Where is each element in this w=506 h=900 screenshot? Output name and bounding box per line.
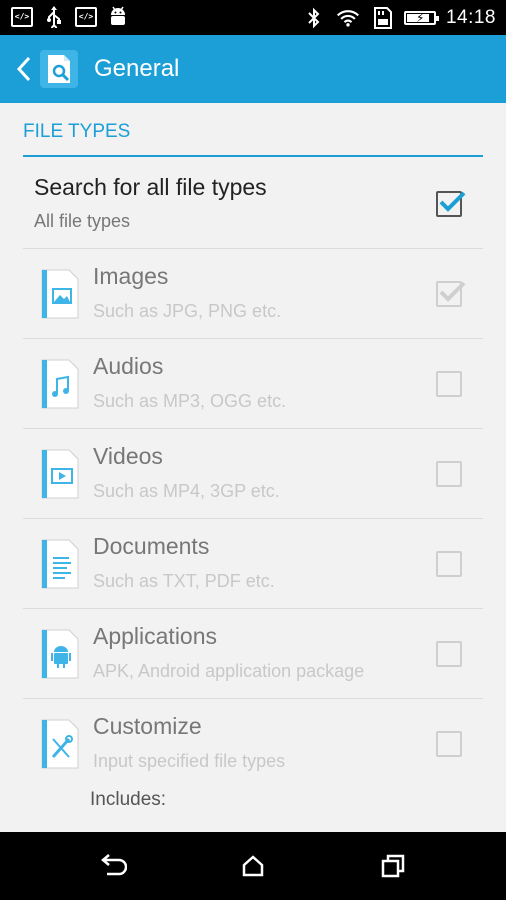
file-type-subtitle: Such as MP4, 3GP etc. xyxy=(93,481,280,501)
app-logo xyxy=(38,48,80,90)
page-title: General xyxy=(94,55,180,82)
navigation-bar xyxy=(0,832,506,900)
file-type-row-customize[interactable]: Customize Input specified file types xyxy=(23,699,483,789)
file-type-title: Videos xyxy=(93,443,163,469)
nav-home-button[interactable] xyxy=(233,850,273,882)
option-title: Search for all file types xyxy=(34,174,267,200)
customize-checkbox[interactable] xyxy=(436,731,462,757)
applications-checkbox[interactable] xyxy=(436,641,462,667)
usb-icon xyxy=(42,6,66,28)
app-bar: General xyxy=(0,35,506,103)
bluetooth-icon xyxy=(302,7,326,29)
video-file-icon xyxy=(41,449,79,499)
clock: 14:18 xyxy=(445,7,496,28)
file-type-title: Audios xyxy=(93,353,164,379)
file-type-title: Documents xyxy=(93,533,210,559)
nav-recents-button[interactable] xyxy=(373,850,413,882)
section-title: FILE TYPES xyxy=(23,121,131,142)
notification-icons: </> </> xyxy=(10,6,130,28)
audios-checkbox[interactable] xyxy=(436,371,462,397)
back-icon xyxy=(101,854,127,876)
back-button[interactable] xyxy=(10,49,38,89)
android-file-icon xyxy=(41,629,79,679)
file-type-subtitle: Such as TXT, PDF etc. xyxy=(93,571,275,591)
android-icon xyxy=(106,6,130,28)
checkmark-icon xyxy=(439,191,466,212)
file-type-row-documents[interactable]: Documents Such as TXT, PDF etc. xyxy=(23,519,483,609)
file-type-subtitle: Such as MP3, OGG etc. xyxy=(93,391,287,411)
file-type-title: Customize xyxy=(93,713,202,739)
file-type-subtitle: Input specified file types xyxy=(93,751,286,771)
file-type-row-videos[interactable]: Videos Such as MP4, 3GP etc. xyxy=(23,429,483,519)
chevron-left-icon xyxy=(16,56,31,82)
file-type-row-applications[interactable]: Applications APK, Android application pa… xyxy=(23,609,483,699)
system-icons: ⚡ 14:18 xyxy=(302,4,496,32)
includes-label: Includes: xyxy=(90,789,167,810)
sd-card-icon xyxy=(370,7,394,29)
code-icon: </> xyxy=(10,6,34,28)
wifi-icon xyxy=(336,7,360,29)
search-all-checkbox[interactable] xyxy=(436,191,466,217)
option-subtitle: All file types xyxy=(34,211,131,231)
file-type-row-audios[interactable]: Audios Such as MP3, OGG etc. xyxy=(23,339,483,429)
recents-icon xyxy=(381,854,405,878)
file-type-title: Images xyxy=(93,263,169,289)
file-type-subtitle: APK, Android application package xyxy=(93,661,365,681)
file-type-title: Applications xyxy=(93,623,218,649)
image-file-icon xyxy=(41,269,79,319)
battery-icon: ⚡ xyxy=(403,11,439,25)
section-header: FILE TYPES xyxy=(23,121,483,157)
home-icon xyxy=(242,855,264,877)
audio-file-icon xyxy=(41,359,79,409)
tools-file-icon xyxy=(41,719,79,769)
search-all-file-types-row[interactable]: Search for all file types All file types xyxy=(23,159,483,249)
nav-back-button[interactable] xyxy=(93,850,133,882)
document-file-icon xyxy=(41,539,79,589)
code-icon: </> xyxy=(74,6,98,28)
videos-checkbox[interactable] xyxy=(436,461,462,487)
images-checkbox[interactable] xyxy=(436,281,466,307)
checkmark-icon xyxy=(439,281,466,302)
documents-checkbox[interactable] xyxy=(436,551,462,577)
file-type-row-images[interactable]: Images Such as JPG, PNG etc. xyxy=(23,249,483,339)
status-bar: </> </> ⚡ 14:18 xyxy=(0,0,506,35)
settings-list[interactable]: FILE TYPES Search for all file types All… xyxy=(0,103,506,832)
file-type-subtitle: Such as JPG, PNG etc. xyxy=(93,301,282,321)
